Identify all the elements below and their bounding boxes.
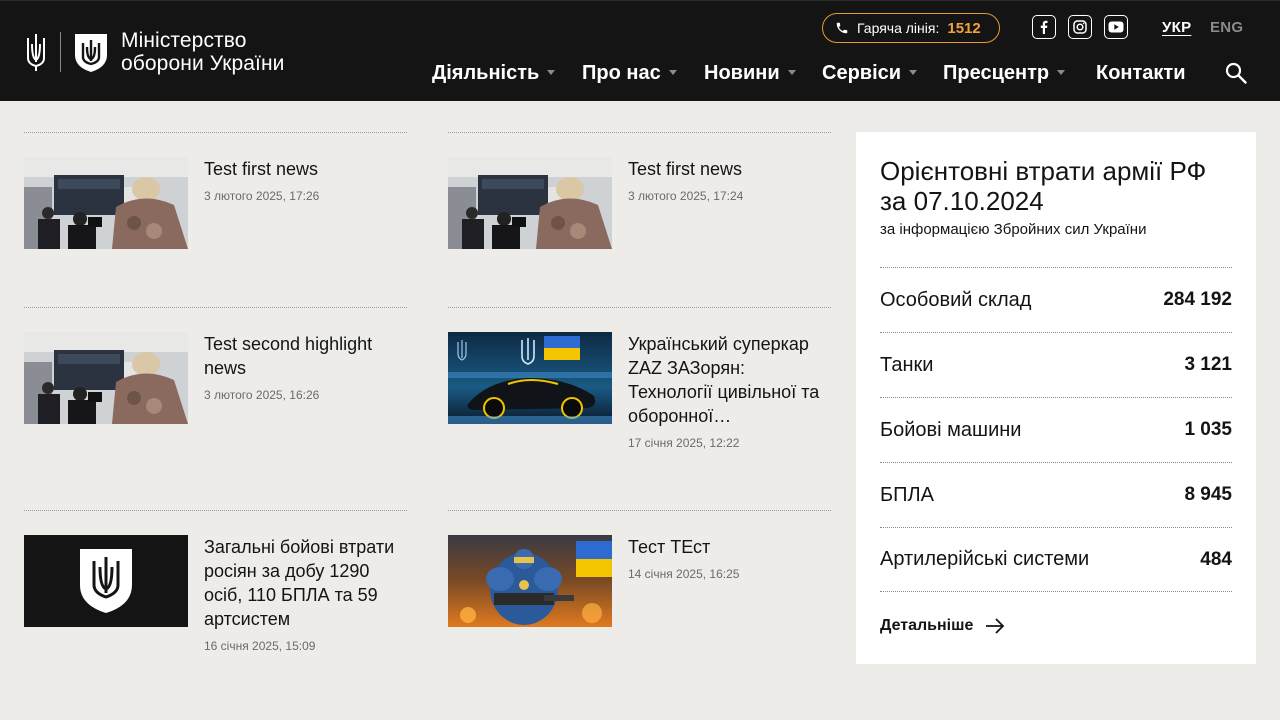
- loss-label: Артилерійські системи: [880, 548, 1090, 570]
- nav-label: Сервіси: [822, 61, 902, 84]
- loss-label: Особовий склад: [880, 288, 1032, 311]
- lang-ukr[interactable]: УКР: [1162, 19, 1191, 36]
- logo-text: Міністерство оборони України: [121, 29, 285, 75]
- loss-label: Танки: [880, 353, 934, 376]
- russian-losses-panel: Орієнтовні втрати армії РФ за 07.10.2024…: [856, 132, 1256, 664]
- losses-subtitle: за інформацією Збройних сил України: [880, 221, 1147, 238]
- chevron-down-icon: [909, 70, 918, 75]
- nav-label: Діяльність: [432, 61, 540, 84]
- news-title[interactable]: Тест ТЕст: [628, 535, 833, 559]
- chevron-down-icon: [787, 70, 796, 75]
- loss-value: 8 945: [1184, 484, 1232, 505]
- site-logo[interactable]: Міністерство оборони України: [24, 29, 285, 75]
- news-date: 3 лютого 2025, 17:24: [628, 189, 744, 203]
- loss-row-artillery: Артилерійські системи 484: [880, 527, 1232, 592]
- news-title[interactable]: Український суперкар ZAZ ЗАЗорян: Технол…: [628, 332, 833, 428]
- news-item[interactable]: Загальні бойові втрати росіян за добу 12…: [24, 510, 407, 660]
- news-title[interactable]: Загальні бойові втрати росіян за добу 12…: [204, 535, 409, 631]
- loss-value: 1 035: [1184, 419, 1232, 440]
- news-date: 14 січня 2025, 16:25: [628, 567, 740, 581]
- lang-eng[interactable]: ENG: [1210, 19, 1243, 36]
- loss-value: 3 121: [1184, 354, 1232, 375]
- chevron-down-icon: [1057, 70, 1066, 75]
- site-header: Міністерство оборони України Гаряча ліні…: [0, 0, 1280, 101]
- chevron-down-icon: [668, 70, 677, 75]
- instagram-icon[interactable]: [1068, 15, 1092, 39]
- loss-label: Бойові машини: [880, 418, 1022, 441]
- more-details-link[interactable]: Детальніше: [880, 617, 1005, 635]
- loss-row-personnel: Особовий склад 284 192: [880, 267, 1232, 332]
- logo-divider: [60, 32, 61, 72]
- nav-label: Контакти: [1096, 61, 1186, 84]
- search-icon[interactable]: [1225, 62, 1247, 84]
- nav-label: Новини: [704, 61, 780, 84]
- news-item[interactable]: Test first news 3 лютого 2025, 17:24: [448, 132, 831, 282]
- losses-title: Орієнтовні втрати армії РФ за 07.10.2024: [880, 156, 1207, 216]
- nav-label: Про нас: [582, 61, 661, 84]
- loss-row-combat-vehicles: Бойові машини 1 035: [880, 397, 1232, 462]
- hotline-label: Гаряча лінія:: [857, 20, 940, 36]
- news-thumbnail[interactable]: [448, 332, 612, 424]
- news-date: 3 лютого 2025, 16:26: [204, 388, 320, 402]
- nav-item-press[interactable]: Пресцентр: [943, 61, 1066, 85]
- news-title[interactable]: Test second highlight news: [204, 332, 409, 380]
- news-thumbnail[interactable]: [24, 332, 188, 424]
- nav-item-contacts[interactable]: Контакти: [1096, 61, 1186, 85]
- news-thumbnail[interactable]: [448, 535, 612, 627]
- news-date: 16 січня 2025, 15:09: [204, 639, 316, 653]
- trident-icon: [24, 32, 48, 72]
- facebook-icon[interactable]: [1032, 15, 1056, 39]
- news-item[interactable]: Тест ТЕст 14 січня 2025, 16:25: [448, 510, 831, 660]
- news-date: 3 лютого 2025, 17:26: [204, 189, 320, 203]
- phone-icon: [836, 22, 848, 34]
- nav-label: Пресцентр: [943, 61, 1050, 84]
- hotline-button[interactable]: Гаряча лінія: 1512: [822, 13, 1000, 43]
- loss-row-uav: БПЛА 8 945: [880, 462, 1232, 527]
- arrow-right-icon: [986, 618, 1005, 634]
- nav-item-about[interactable]: Про нас: [582, 61, 677, 85]
- loss-row-tanks: Танки 3 121: [880, 332, 1232, 397]
- loss-value: 484: [1200, 548, 1232, 570]
- hotline-number: 1512: [947, 19, 981, 37]
- news-item[interactable]: Test first news 3 лютого 2025, 17:26: [24, 132, 407, 282]
- nav-item-activity[interactable]: Діяльність: [432, 61, 556, 85]
- loss-value: 284 192: [1163, 289, 1232, 310]
- more-details-label: Детальніше: [880, 617, 974, 634]
- nav-item-services[interactable]: Сервіси: [822, 61, 918, 85]
- news-title[interactable]: Test first news: [204, 157, 409, 181]
- logo-line-2: оборони України: [121, 52, 285, 75]
- chevron-down-icon: [547, 70, 556, 75]
- youtube-icon[interactable]: [1104, 15, 1128, 39]
- news-date: 17 січня 2025, 12:22: [628, 436, 740, 450]
- news-item[interactable]: Test second highlight news 3 лютого 2025…: [24, 307, 407, 487]
- news-item[interactable]: Український суперкар ZAZ ЗАЗорян: Технол…: [448, 307, 831, 487]
- mod-shield-icon: [73, 31, 109, 73]
- loss-label: БПЛА: [880, 483, 934, 506]
- news-thumbnail[interactable]: [448, 157, 612, 249]
- nav-item-news[interactable]: Новини: [704, 61, 796, 85]
- logo-line-1: Міністерство: [121, 29, 247, 52]
- news-thumbnail[interactable]: [24, 535, 188, 627]
- news-thumbnail[interactable]: [24, 157, 188, 249]
- news-title[interactable]: Test first news: [628, 157, 833, 181]
